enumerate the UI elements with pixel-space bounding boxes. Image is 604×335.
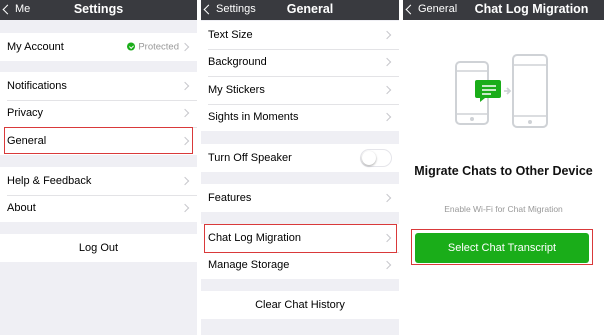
navigation-bar: Me Settings [0,0,197,20]
back-chevron-icon [405,4,416,14]
page-title: Chat Log Migration [474,2,589,16]
storage-group: Chat Log Migration Manage Storage [201,224,399,279]
features-item[interactable]: Features [201,184,399,212]
phone-transfer-icon [455,54,548,128]
notifications-item[interactable]: Notifications [0,72,197,100]
chevron-right-icon [382,193,392,202]
clear-chat-history-label: Clear Chat History [255,299,345,311]
chevron-right-icon [382,58,392,67]
chat-log-migration-screen: General Chat Log Migration Migrate Chats… [403,0,604,335]
chevron-right-icon [180,109,190,118]
about-item[interactable]: About [0,194,197,223]
general-item[interactable]: General [0,127,197,155]
privacy-label: Privacy [7,107,44,120]
sights-in-moments-label: Sights in Moments [208,111,299,124]
chevron-right-icon [382,261,392,270]
features-label: Features [208,191,252,204]
chevron-right-icon [180,81,190,90]
text-size-item[interactable]: Text Size [201,21,399,49]
background-label: Background [208,56,267,69]
select-chat-transcript-button[interactable]: Select Chat Transcript [415,233,589,263]
logout-label: Log Out [78,242,119,254]
back-label: General [418,3,458,15]
chat-log-migration-item[interactable]: Chat Log Migration [201,224,399,252]
settings-group-main: Notifications Privacy General [0,72,197,155]
chevron-right-icon [180,176,190,185]
navigation-bar: General Chat Log Migration [403,0,604,20]
chevron-right-icon [382,113,392,122]
speaker-toggle[interactable] [360,148,392,167]
turn-off-speaker-label: Turn Off Speaker [208,151,292,164]
general-label: General [7,134,47,147]
text-size-label: Text Size [208,28,253,41]
my-account-item[interactable]: My Account Protected [0,33,197,61]
chevron-right-icon [382,30,392,39]
manage-storage-label: Manage Storage [208,259,290,272]
features-group: Features [201,184,399,212]
my-stickers-item[interactable]: My Stickers [201,76,399,104]
privacy-item[interactable]: Privacy [0,99,197,128]
turn-off-speaker-item: Turn Off Speaker [201,144,399,172]
protected-label: Protected [138,41,179,53]
logout-group: Log Out [0,234,197,262]
my-account-label: My Account [7,40,64,53]
settings-group-help: Help & Feedback About [0,167,197,222]
back-chevron-icon [203,4,214,14]
page-title: Settings [73,2,124,16]
clear-chat-history-button[interactable]: Clear Chat History [201,291,399,319]
shield-icon [127,42,136,51]
sights-in-moments-item[interactable]: Sights in Moments [201,103,399,132]
migration-heading: Migrate Chats to Other Device [414,164,593,178]
my-stickers-label: My Stickers [208,83,265,96]
account-group: My Account Protected [0,33,197,61]
display-group: Text Size Background My Stickers Sights … [201,21,399,131]
chevron-right-icon [180,204,190,213]
clear-history-group: Clear Chat History [201,291,399,319]
chevron-right-icon [382,233,392,242]
manage-storage-item[interactable]: Manage Storage [201,251,399,280]
help-feedback-label: Help & Feedback [7,174,92,187]
page-title: General [286,2,334,16]
chevron-right-icon [180,42,190,51]
chevron-right-icon [180,136,190,145]
logout-button[interactable]: Log Out [0,234,197,262]
navigation-bar: Settings General [201,0,399,20]
migration-panel: Migrate Chats to Other Device Enable Wi-… [403,20,604,335]
settings-screen: Me Settings My Account Protected Notific… [0,0,197,335]
migration-subtitle: Enable Wi-Fi for Chat Migration [444,204,563,214]
protected-status: Protected [127,41,179,52]
back-button[interactable]: General [405,3,458,15]
about-label: About [7,202,36,215]
speaker-group: Turn Off Speaker [201,144,399,172]
background-item[interactable]: Background [201,48,399,77]
toggle-knob [362,150,376,165]
help-feedback-item[interactable]: Help & Feedback [0,167,197,195]
notifications-label: Notifications [7,79,67,92]
chevron-right-icon [382,85,392,94]
chat-log-migration-label: Chat Log Migration [208,231,301,244]
general-screen: Settings General Text Size Background My… [201,0,399,335]
